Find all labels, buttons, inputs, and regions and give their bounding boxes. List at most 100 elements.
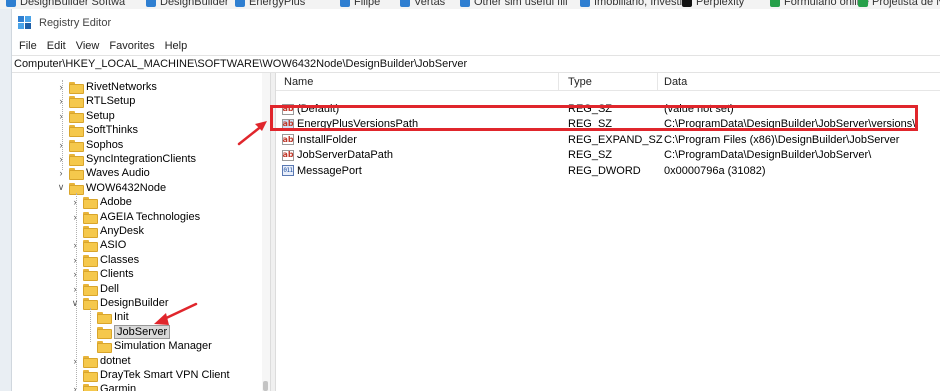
- tree-node-clients[interactable]: › Clients: [70, 267, 134, 282]
- folder-icon: [83, 370, 98, 382]
- column-header-name[interactable]: Name: [284, 76, 313, 88]
- chevron-right-icon[interactable]: ›: [70, 212, 80, 222]
- chevron-right-icon[interactable]: ›: [70, 356, 80, 366]
- bookmark-item[interactable]: EnergyPlus: [235, 0, 305, 9]
- value-name: JobServerDataPath: [297, 149, 393, 162]
- tree-node-label: RivetNetworks: [86, 81, 157, 93]
- highlight-box-annotation: [270, 105, 918, 131]
- bookmark-item[interactable]: DesignBuilder Softwa: [6, 0, 125, 9]
- menu-item-file[interactable]: File: [14, 40, 42, 52]
- chevron-right-icon[interactable]: ›: [70, 284, 80, 294]
- value-data: C:\Program Files (x86)\DesignBuilder\Job…: [664, 133, 900, 146]
- chevron-right-icon[interactable]: ›: [70, 384, 80, 391]
- bookmark-item[interactable]: Filipe: [340, 0, 380, 9]
- desktop-edge-strip: [0, 9, 12, 391]
- column-divider[interactable]: [657, 73, 658, 91]
- menu-item-help[interactable]: Help: [160, 40, 193, 52]
- bookmark-item[interactable]: Formulário online: [770, 0, 869, 9]
- column-divider[interactable]: [558, 73, 559, 91]
- column-header-type[interactable]: Type: [568, 76, 592, 88]
- chevron-right-icon[interactable]: ›: [56, 111, 66, 121]
- folder-icon: [69, 168, 84, 181]
- chevron-right-icon[interactable]: ›: [70, 269, 80, 279]
- value-row-messageport[interactable]: 011 MessagePort REG_DWORD 0x0000796a (31082…: [276, 164, 940, 179]
- chevron-down-icon[interactable]: ∨: [56, 182, 66, 193]
- red-arrow-icon: [237, 121, 267, 146]
- tree-node-asio[interactable]: › ASIO: [70, 238, 127, 253]
- chevron-right-icon[interactable]: ›: [56, 168, 66, 178]
- folder-icon: [83, 240, 98, 253]
- value-name-cell[interactable]: ab InstallFolder: [282, 134, 357, 146]
- tree-node-dell[interactable]: › Dell: [70, 282, 119, 296]
- tree-node-adobe[interactable]: › Adobe: [70, 195, 132, 210]
- chevron-right-icon[interactable]: ›: [56, 82, 66, 92]
- chevron-right-icon[interactable]: ›: [56, 96, 66, 106]
- tree-node-label: ASIO: [100, 239, 127, 252]
- chevron-right-icon[interactable]: ›: [70, 255, 80, 265]
- tree-node-rivetnetworks[interactable]: › RivetNetworks: [56, 80, 157, 94]
- address-path[interactable]: Computer\HKEY_LOCAL_MACHINE\SOFTWARE\WOW…: [14, 58, 467, 70]
- title-bar[interactable]: Registry Editor: [12, 9, 940, 37]
- tree-node-label: Garmin: [100, 383, 137, 391]
- tree-node-ageia-technologies[interactable]: › AGEIA Technologies: [70, 210, 200, 224]
- bookmark-label: Formulário online: [784, 0, 869, 8]
- bookmark-item[interactable]: Other sim useful fill: [460, 0, 568, 9]
- value-row-jobserverdatapath[interactable]: ab JobServerDataPath REG_SZ C:\ProgramData\…: [276, 148, 940, 163]
- address-bar[interactable]: Computer\HKEY_LOCAL_MACHINE\SOFTWARE\WOW…: [12, 55, 940, 73]
- column-header-data[interactable]: Data: [664, 76, 687, 88]
- chevron-right-icon[interactable]: ›: [70, 197, 80, 207]
- tree-node-label: Adobe: [100, 196, 132, 209]
- tree-node-simulation-manager[interactable]: Simulation Manager: [84, 339, 212, 354]
- value-name-cell[interactable]: 011 MessagePort: [282, 165, 362, 177]
- value-name-cell[interactable]: ab JobServerDataPath: [282, 149, 393, 161]
- bookmark-item[interactable]: Projetista de NAT: [858, 0, 940, 9]
- menu-item-edit[interactable]: Edit: [42, 40, 71, 52]
- bookmark-label: DesignBuilder Softwa: [20, 0, 126, 8]
- folder-icon: [97, 326, 112, 339]
- folder-icon: [83, 197, 98, 210]
- bookmark-favicon-icon: [6, 0, 16, 7]
- chevron-right-icon[interactable]: ›: [56, 140, 66, 150]
- tree-node-label: AnyDesk: [100, 225, 145, 237]
- tree-node-setup[interactable]: › Setup: [56, 109, 115, 123]
- chevron-down-icon[interactable]: ∨: [70, 298, 80, 308]
- bookmark-favicon-icon: [682, 0, 692, 7]
- folder-icon: [69, 125, 84, 138]
- bookmark-item[interactable]: Vertas: [400, 0, 445, 9]
- tree-node-rtlsetup[interactable]: › RTLSetup: [56, 94, 135, 109]
- tree-guide-line: [62, 80, 63, 170]
- tree-node-classes[interactable]: › Classes: [70, 253, 139, 267]
- tree-guide-line: [90, 308, 91, 342]
- bookmark-item[interactable]: DesignBuilder: [146, 0, 228, 9]
- tree-node-softthinks[interactable]: SoftThinks: [56, 123, 138, 138]
- bookmark-item[interactable]: Perplexity: [682, 0, 744, 9]
- tree-node-label: SoftThinks: [86, 124, 138, 137]
- folder-icon: [83, 384, 98, 391]
- string-value-icon: ab: [282, 149, 294, 161]
- bookmark-label: Imobiliário, Investiti: [594, 0, 688, 8]
- value-row-installfolder[interactable]: ab InstallFolder REG_EXPAND_SZ C:\Program F…: [276, 133, 940, 148]
- chevron-right-icon[interactable]: ›: [70, 240, 80, 250]
- tree-node-dotnet[interactable]: › dotnet: [70, 354, 131, 368]
- menu-item-view[interactable]: View: [71, 40, 105, 52]
- chevron-right-icon[interactable]: ›: [56, 154, 66, 164]
- tree-node-anydesk[interactable]: AnyDesk: [70, 224, 144, 238]
- tree-node-sophos[interactable]: › Sophos: [56, 138, 123, 152]
- bookmark-label: Projetista de NAT: [872, 0, 940, 8]
- tree-node-label: Init: [114, 311, 129, 324]
- bookmark-item[interactable]: Imobiliário, Investiti: [580, 0, 688, 9]
- screenshot-root: DesignBuilder Softwa DesignBuilder EnergyP…: [0, 0, 940, 391]
- list-header: Name Type Data: [276, 73, 940, 91]
- tree-node-syncintegrationclients[interactable]: › SyncIntegrationClients: [56, 152, 196, 166]
- scrollbar-thumb[interactable]: [263, 381, 268, 391]
- tree-node-wow6432node[interactable]: ∨ WOW6432Node: [56, 181, 166, 195]
- folder-icon: [69, 154, 84, 166]
- value-name: MessagePort: [297, 164, 362, 177]
- menu-item-favorites[interactable]: Favorites: [104, 40, 159, 52]
- tree-node-garmin[interactable]: › Garmin: [70, 382, 136, 391]
- tree-node-draytek-smart-vpn-client[interactable]: DrayTek Smart VPN Client: [70, 368, 230, 382]
- tree-node-label: WOW6432Node: [86, 181, 167, 194]
- tree-node-waves-audio[interactable]: › Waves Audio: [56, 166, 150, 181]
- folder-icon: [69, 96, 84, 109]
